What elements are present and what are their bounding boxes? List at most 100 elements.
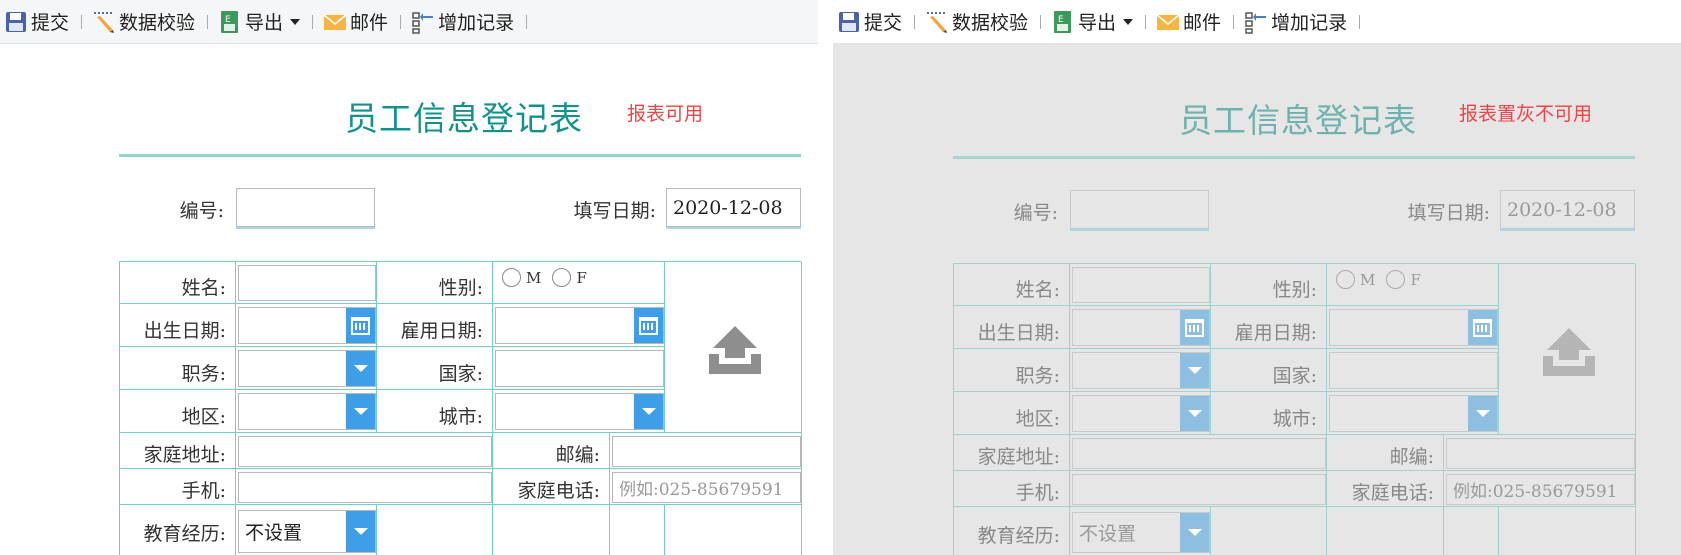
- home-phone-input[interactable]: 例如:025-85679591: [1446, 474, 1635, 505]
- hire-date-label: 雇用日期:: [400, 320, 483, 342]
- validate-button[interactable]: 数据校验: [88, 0, 201, 44]
- education-dropdown-button[interactable]: [1180, 513, 1209, 552]
- region-select[interactable]: [1072, 395, 1210, 432]
- city-select[interactable]: [495, 393, 664, 430]
- fill-date-input[interactable]: 2020-12-08: [666, 188, 801, 227]
- region-dropdown-button[interactable]: [1180, 396, 1209, 431]
- hire-date-picker-button[interactable]: [634, 308, 663, 343]
- city-dropdown-button[interactable]: [634, 394, 663, 429]
- region-label: 地区:: [181, 406, 226, 428]
- toolbar: 提交 数据校验 E 导出 邮件 增加记录: [0, 0, 818, 44]
- region-dropdown-button[interactable]: [346, 394, 375, 429]
- city-select[interactable]: [1329, 395, 1498, 432]
- birth-date-picker-button[interactable]: [1180, 310, 1209, 345]
- excel-icon: E: [1054, 10, 1072, 33]
- save-icon: [6, 11, 26, 32]
- job-dropdown-button[interactable]: [1180, 353, 1209, 388]
- toolbar-divider: [1233, 14, 1235, 29]
- zip-label: 邮编:: [555, 444, 600, 466]
- country-label: 国家:: [438, 363, 483, 385]
- education-value: 不设置: [245, 522, 303, 544]
- pencil-icon: [927, 11, 948, 33]
- id-input[interactable]: [1070, 190, 1209, 229]
- mail-button[interactable]: 邮件: [319, 0, 394, 44]
- mail-icon: [1156, 13, 1180, 30]
- export-dropdown[interactable]: E 导出: [214, 0, 306, 44]
- zip-input[interactable]: [612, 436, 801, 467]
- calendar-icon: [1185, 318, 1204, 337]
- fill-date-input[interactable]: 2020-12-08: [1500, 190, 1635, 229]
- toolbar-divider: [526, 14, 528, 29]
- mobile-label: 手机:: [181, 480, 226, 502]
- status-note: 报表可用: [627, 103, 704, 125]
- add-record-label: 增加记录: [1271, 12, 1348, 34]
- gender-f-label: F: [576, 268, 587, 287]
- mail-button[interactable]: 邮件: [1152, 0, 1227, 44]
- education-select[interactable]: 不设置: [238, 510, 376, 553]
- submit-button[interactable]: 提交: [833, 0, 908, 44]
- city-label: 城市:: [438, 406, 483, 428]
- home-phone-label: 家庭电话:: [1351, 482, 1434, 504]
- add-record-button[interactable]: 增加记录: [407, 0, 520, 44]
- gender-f-radio[interactable]: [552, 268, 572, 287]
- region-select[interactable]: [238, 393, 376, 430]
- toolbar-divider: [207, 14, 209, 29]
- add-record-button[interactable]: 增加记录: [1240, 0, 1353, 44]
- gender-f-radio[interactable]: [1386, 270, 1406, 289]
- job-select[interactable]: [238, 350, 376, 387]
- upload-icon[interactable]: [1543, 324, 1595, 376]
- education-label: 教育经历:: [143, 523, 226, 545]
- submit-button[interactable]: 提交: [0, 0, 75, 44]
- toolbar-divider: [312, 14, 314, 29]
- mobile-input[interactable]: [1072, 474, 1326, 505]
- region-label: 地区:: [1015, 408, 1060, 430]
- home-phone-label: 家庭电话:: [517, 480, 600, 502]
- chevron-down-icon: [1187, 410, 1202, 417]
- name-input[interactable]: [1072, 267, 1210, 303]
- export-label: 导出: [1078, 12, 1117, 34]
- toolbar-divider: [1040, 14, 1042, 29]
- toolbar-divider: [914, 14, 916, 29]
- calendar-icon: [351, 316, 370, 335]
- calendar-icon: [639, 316, 658, 335]
- address-label: 家庭地址:: [143, 444, 226, 466]
- birth-date-picker-button[interactable]: [346, 308, 375, 343]
- education-dropdown-button[interactable]: [346, 511, 375, 552]
- zip-input[interactable]: [1446, 438, 1635, 469]
- chevron-down-icon: [1187, 367, 1202, 374]
- hire-date-input[interactable]: [495, 307, 664, 344]
- address-label: 家庭地址:: [977, 446, 1060, 468]
- job-select[interactable]: [1072, 352, 1210, 389]
- birth-date-input[interactable]: [1072, 309, 1210, 346]
- country-input[interactable]: [495, 350, 664, 387]
- home-phone-input[interactable]: 例如:025-85679591: [612, 472, 801, 503]
- name-label: 姓名:: [1015, 279, 1060, 301]
- country-input[interactable]: [1329, 352, 1498, 389]
- birth-date-input[interactable]: [238, 307, 376, 344]
- job-dropdown-button[interactable]: [346, 351, 375, 386]
- validate-button[interactable]: 数据校验: [921, 0, 1034, 44]
- education-select[interactable]: 不设置: [1072, 512, 1210, 553]
- name-input[interactable]: [238, 265, 376, 301]
- gender-f-label: F: [1410, 270, 1421, 289]
- submit-label: 提交: [31, 12, 70, 34]
- calendar-icon: [1473, 318, 1492, 337]
- svg-text:E: E: [1058, 15, 1064, 25]
- zip-label: 邮编:: [1389, 446, 1434, 468]
- pencil-icon: [94, 11, 115, 33]
- gender-m-radio[interactable]: [1336, 270, 1355, 289]
- hire-date-label: 雇用日期:: [1234, 322, 1317, 344]
- upload-icon[interactable]: [709, 322, 761, 374]
- title-divider: [119, 154, 801, 157]
- address-input[interactable]: [1072, 438, 1326, 469]
- address-input[interactable]: [238, 436, 492, 467]
- export-dropdown[interactable]: E 导出: [1047, 0, 1139, 44]
- id-input[interactable]: [236, 188, 375, 227]
- mobile-input[interactable]: [238, 472, 492, 503]
- hire-date-input[interactable]: [1329, 309, 1498, 346]
- gender-m-radio[interactable]: [502, 268, 521, 287]
- hire-date-picker-button[interactable]: [1468, 310, 1497, 345]
- mail-icon: [323, 13, 347, 30]
- city-dropdown-button[interactable]: [1468, 396, 1497, 431]
- education-label: 教育经历:: [977, 525, 1060, 547]
